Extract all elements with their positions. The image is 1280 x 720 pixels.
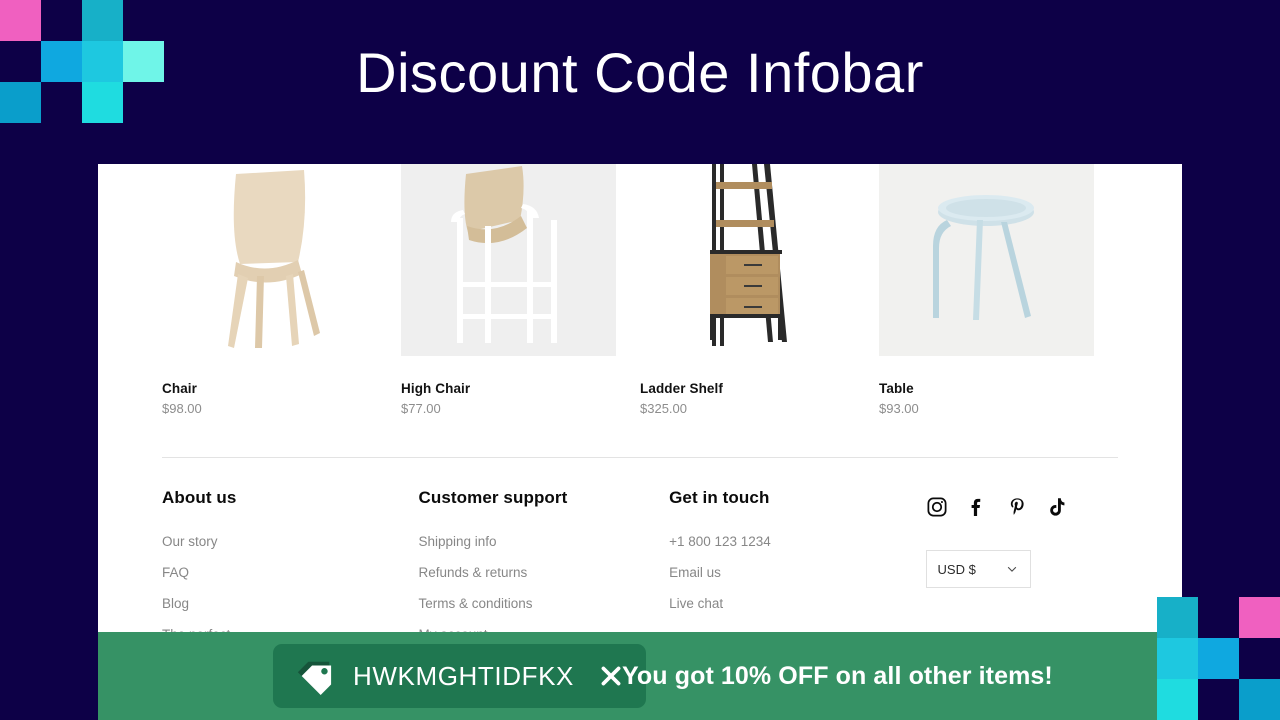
tag-icon	[293, 657, 335, 695]
footer-link-email-us[interactable]: Email us	[669, 565, 925, 580]
coupon-code-pill[interactable]: HWKMGHTIDFKX	[273, 644, 646, 708]
close-icon[interactable]	[598, 663, 624, 689]
pinterest-icon[interactable]	[1006, 496, 1028, 518]
facebook-icon[interactable]	[966, 496, 988, 518]
product-grid: Chair $98.00 High Chair $77.00 Ladder Sh…	[162, 164, 1118, 416]
product-price: $98.00	[162, 401, 202, 416]
tiktok-icon[interactable]	[1046, 496, 1068, 518]
decor-cell	[41, 0, 82, 41]
decor-cell	[82, 0, 123, 41]
slide-canvas: Discount Code Infobar Chair $98.00 High …	[0, 0, 1280, 720]
footer-link-blog[interactable]: Blog	[162, 596, 418, 611]
currency-selector[interactable]: USD $	[925, 550, 1031, 588]
product-card[interactable]: High Chair $77.00	[401, 164, 616, 416]
product-image-table	[879, 164, 1094, 356]
decor-cell	[1157, 638, 1198, 679]
decor-cell	[0, 0, 41, 41]
footer-link-our-story[interactable]: Our story	[162, 534, 418, 549]
product-price: $93.00	[879, 401, 919, 416]
infobar-message: You got 10% OFF on all other items!	[622, 661, 1053, 690]
decor-cell	[123, 0, 164, 41]
decorative-grid-bottom-right	[1157, 597, 1280, 720]
chevron-down-icon	[1007, 566, 1016, 572]
product-card[interactable]: Table $93.00	[879, 164, 1094, 416]
product-name: Chair	[162, 381, 198, 396]
product-name: High Chair	[401, 381, 471, 396]
footer-link-faq[interactable]: FAQ	[162, 565, 418, 580]
footer-heading: Customer support	[418, 488, 568, 507]
page-title: Discount Code Infobar	[356, 41, 924, 104]
footer-link-terms-conditions[interactable]: Terms & conditions	[418, 596, 669, 611]
instagram-icon[interactable]	[926, 496, 948, 518]
footer-divider	[162, 457, 1118, 458]
decor-cell	[1198, 638, 1239, 679]
product-image-ladder-shelf	[640, 164, 855, 356]
product-price: $325.00	[640, 401, 687, 416]
product-price: $77.00	[401, 401, 441, 416]
currency-value: USD $	[937, 561, 976, 577]
decor-cell	[1157, 679, 1198, 720]
footer-link-live-chat[interactable]: Live chat	[669, 596, 925, 611]
decor-cell	[1198, 679, 1239, 720]
decor-cell	[1198, 597, 1239, 638]
product-image-high-chair	[401, 164, 616, 356]
discount-infobar: HWKMGHTIDFKX You got 10% OFF on all othe…	[98, 632, 1182, 720]
product-card[interactable]: Chair $98.00	[162, 164, 377, 416]
decor-cell	[1157, 597, 1198, 638]
footer-link-refunds-returns[interactable]: Refunds & returns	[418, 565, 669, 580]
decor-cell	[1239, 597, 1280, 638]
coupon-code-text: HWKMGHTIDFKX	[353, 660, 574, 691]
footer-link-shipping-info[interactable]: Shipping info	[418, 534, 669, 549]
footer-link-phone[interactable]: +1 800 123 1234	[669, 534, 925, 549]
social-links	[926, 496, 1182, 518]
product-card[interactable]: Ladder Shelf $325.00	[640, 164, 855, 416]
footer-heading: Get in touch	[669, 488, 770, 507]
product-image-chair	[162, 164, 377, 356]
footer-heading: About us	[162, 488, 237, 507]
product-name: Table	[879, 381, 914, 396]
decor-cell	[1239, 679, 1280, 720]
decor-cell	[1239, 638, 1280, 679]
product-name: Ladder Shelf	[640, 381, 723, 396]
